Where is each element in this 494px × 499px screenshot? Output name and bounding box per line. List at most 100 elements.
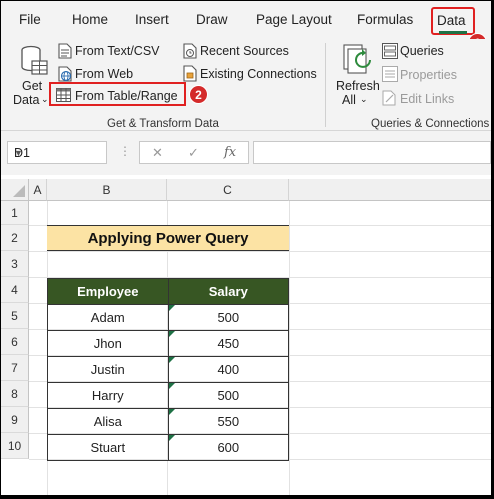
column-header-c[interactable]: C	[167, 179, 289, 201]
group-label-queries-connections: Queries & Connections	[371, 118, 490, 130]
properties-label: Properties	[400, 68, 457, 82]
chevron-down-icon[interactable]: ▼	[14, 148, 101, 158]
formula-buttons: ✕ ✓ fx	[139, 141, 249, 164]
row-header-8[interactable]: 8	[1, 381, 29, 407]
menu-bar: File Home Insert Draw Page Layout Formul…	[1, 1, 491, 52]
edit-links-label: Edit Links	[400, 92, 455, 106]
header-salary[interactable]: Salary	[167, 278, 290, 305]
gridline	[29, 251, 491, 252]
error-indicator-icon	[168, 357, 175, 363]
column-header-d[interactable]	[289, 179, 491, 201]
tab-data[interactable]: Data	[431, 7, 475, 35]
error-indicator-icon	[168, 435, 175, 441]
table-row: Justin 400	[47, 356, 290, 383]
recent-sources-icon	[183, 43, 197, 59]
sheet-title-cell[interactable]: Applying Power Query	[47, 225, 289, 251]
row-header-9[interactable]: 9	[1, 407, 29, 433]
group-label-get-transform: Get & Transform Data	[107, 118, 219, 130]
database-icon	[21, 45, 48, 75]
chevron-down-icon: ⌄	[360, 94, 368, 104]
gridline	[289, 201, 290, 495]
employee-cell[interactable]: Adam	[47, 304, 169, 331]
tab-home[interactable]: Home	[72, 12, 108, 27]
refresh-label-1: Refresh	[336, 79, 380, 93]
row-header-4[interactable]: 4	[1, 277, 29, 303]
salary-value: 500	[217, 310, 240, 325]
tab-data-label: Data	[437, 13, 466, 28]
group-separator	[325, 43, 326, 127]
column-header-a[interactable]: A	[29, 179, 47, 201]
salary-cell[interactable]: 500	[167, 382, 290, 409]
employee-cell[interactable]: Jhon	[47, 330, 169, 357]
existing-connections-label: Existing Connections	[200, 67, 317, 81]
enter-icon[interactable]: ✓	[188, 145, 199, 161]
salary-cell[interactable]: 600	[167, 434, 290, 461]
salary-value: 600	[217, 440, 240, 455]
insert-function-icon[interactable]: fx	[224, 145, 236, 160]
row-header-2[interactable]: 2	[1, 225, 29, 251]
existing-connections-icon	[183, 65, 197, 82]
row-header-6[interactable]: 6	[1, 329, 29, 355]
excel-window: File Home Insert Draw Page Layout Formul…	[1, 1, 491, 495]
text-file-icon	[58, 43, 72, 59]
tab-insert[interactable]: Insert	[135, 12, 169, 27]
salary-cell[interactable]: 400	[167, 356, 290, 383]
salary-cell[interactable]: 500	[167, 304, 290, 331]
row-header-1[interactable]: 1	[1, 201, 29, 225]
table-row: Stuart 600	[47, 434, 290, 461]
table-row: Harry 500	[47, 382, 290, 409]
name-box[interactable]: D1 ▼	[7, 141, 107, 164]
queries-icon	[382, 43, 398, 59]
highlight-box	[49, 82, 186, 106]
properties-icon	[382, 66, 398, 82]
employee-cell[interactable]: Alisa	[47, 408, 169, 435]
formula-bar: D1 ▼ ⋮ ✕ ✓ fx	[1, 131, 491, 175]
salary-cell[interactable]: 450	[167, 330, 290, 357]
salary-table: Employee Salary Adam 500 Jhon 450 Justin…	[47, 278, 290, 461]
tab-formulas[interactable]: Formulas	[357, 12, 413, 27]
get-data-label-2: Data	[13, 93, 40, 107]
step-badge-2: 2	[189, 85, 208, 104]
cancel-icon[interactable]: ✕	[152, 145, 163, 161]
row-header-3[interactable]: 3	[1, 251, 29, 277]
error-indicator-icon	[168, 383, 175, 389]
salary-value: 450	[217, 336, 240, 351]
error-indicator-icon	[168, 409, 175, 415]
table-row: Alisa 550	[47, 408, 290, 435]
active-tab-indicator	[439, 31, 467, 34]
ribbon: Get Data ⌄ From Text/CSV From Web From T…	[1, 39, 491, 131]
table-row: Jhon 450	[47, 330, 290, 357]
row-header-5[interactable]: 5	[1, 303, 29, 329]
employee-cell[interactable]: Harry	[47, 382, 169, 409]
from-web-label: From Web	[75, 67, 134, 81]
tab-file[interactable]: File	[19, 12, 41, 27]
column-header-b[interactable]: B	[47, 179, 167, 201]
employee-cell[interactable]: Stuart	[47, 434, 169, 461]
salary-value: 500	[217, 388, 240, 403]
from-text-csv-label: From Text/CSV	[75, 44, 160, 58]
recent-sources-label: Recent Sources	[200, 44, 289, 58]
tab-draw[interactable]: Draw	[196, 12, 228, 27]
web-page-icon	[58, 66, 72, 82]
select-all-corner[interactable]	[1, 179, 29, 201]
table-header-row: Employee Salary	[47, 278, 290, 305]
salary-value: 550	[217, 414, 240, 429]
employee-cell[interactable]: Justin	[47, 356, 169, 383]
queries-label: Queries	[400, 44, 444, 58]
refresh-icon	[343, 44, 371, 74]
select-all-icon	[13, 185, 25, 197]
chevron-down-icon: ⌄	[41, 94, 49, 104]
row-header-10[interactable]: 10	[1, 433, 29, 459]
error-indicator-icon	[168, 305, 175, 311]
refresh-label-2: All	[342, 93, 356, 107]
get-data-label-1: Get	[22, 79, 43, 93]
worksheet: A B C 1 2 3 4 5 6 7 8 9 10 Applying Powe…	[1, 175, 491, 495]
formula-input[interactable]	[253, 141, 491, 164]
salary-value: 400	[217, 362, 240, 377]
row-header-7[interactable]: 7	[1, 355, 29, 381]
header-employee[interactable]: Employee	[47, 278, 169, 305]
salary-cell[interactable]: 550	[167, 408, 290, 435]
tab-page-layout[interactable]: Page Layout	[256, 12, 332, 27]
more-icon: ⋮	[119, 144, 131, 158]
edit-links-icon	[382, 90, 396, 106]
